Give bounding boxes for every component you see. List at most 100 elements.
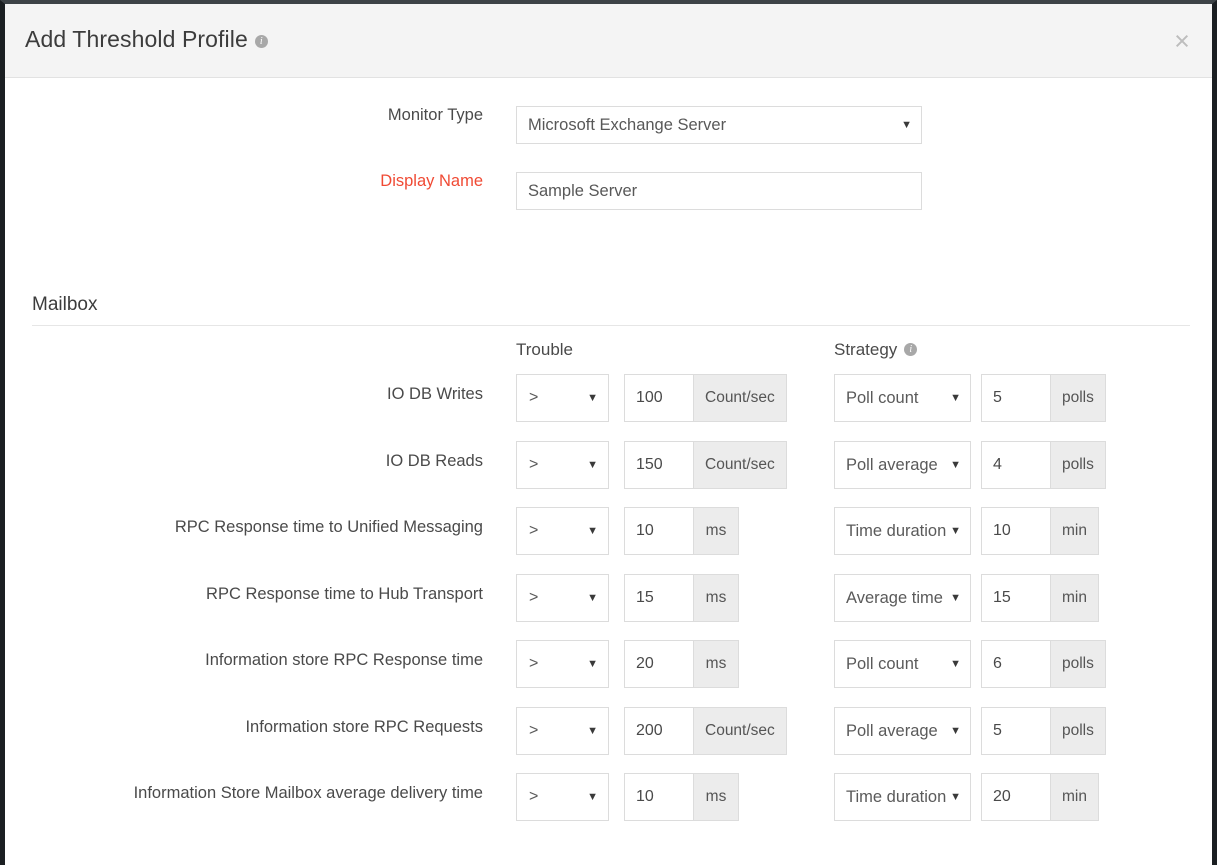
chevron-down-icon: ▼ xyxy=(950,791,961,803)
operator-value: > xyxy=(529,389,539,406)
unit-label: Count/sec xyxy=(693,706,787,755)
display-name-label: Display Name xyxy=(380,172,483,190)
chevron-down-icon: ▼ xyxy=(587,591,598,604)
operator-value: > xyxy=(529,655,539,672)
strategy-value: Time duration xyxy=(846,788,947,806)
strategy-select[interactable]: Time duration ▼ xyxy=(834,773,971,821)
strategy-unit-label: polls xyxy=(1050,640,1106,688)
strategy-group: Poll count ▼ 5 polls xyxy=(834,374,1106,422)
operator-select[interactable]: > ▼ xyxy=(516,573,609,622)
trouble-group: > ▼ 10 ms xyxy=(516,773,739,821)
strategy-value-input[interactable]: 20 xyxy=(981,773,1050,821)
strategy-group: Poll count ▼ 6 polls xyxy=(834,640,1106,688)
unit-label: Count/sec xyxy=(693,374,787,422)
chevron-down-icon: ▼ xyxy=(587,658,598,670)
strategy-select[interactable]: Poll count ▼ xyxy=(834,640,971,688)
strategy-unit-label: min xyxy=(1050,573,1099,622)
column-header-strategy: Strategy i xyxy=(834,340,918,360)
strategy-value: Poll count xyxy=(846,389,919,407)
operator-select[interactable]: > ▼ xyxy=(516,706,609,755)
strategy-value: Time duration xyxy=(846,522,947,540)
chevron-down-icon: ▼ xyxy=(587,392,598,404)
monitor-type-value: Microsoft Exchange Server xyxy=(528,116,727,134)
strategy-select[interactable]: Poll average ▼ xyxy=(834,706,971,755)
close-icon[interactable]: × xyxy=(1168,28,1196,56)
info-icon[interactable]: i xyxy=(254,35,268,48)
operator-value: > xyxy=(529,721,539,739)
strategy-value-input[interactable]: 6 xyxy=(981,640,1050,688)
section-divider xyxy=(32,325,1190,326)
strategy-select[interactable]: Time duration ▼ xyxy=(834,507,971,555)
strategy-value-input[interactable]: 10 xyxy=(981,507,1050,555)
table-row: RPC Response time to Unified Messaging > ▼… xyxy=(5,507,1212,574)
operator-select[interactable]: > ▼ xyxy=(516,773,609,821)
strategy-select[interactable]: Poll count ▼ xyxy=(834,374,971,422)
monitor-type-row: Monitor Type Microsoft Exchange Server ▼ xyxy=(5,106,1212,172)
strategy-unit-label: polls xyxy=(1050,440,1106,489)
table-row: Information store RPC Response time > ▼ 20 m… xyxy=(5,640,1212,707)
strategy-unit-label: min xyxy=(1050,507,1099,555)
strategy-value-input[interactable]: 4 xyxy=(981,440,1050,489)
strategy-value: Poll count xyxy=(846,655,919,673)
section-title-mailbox: Mailbox xyxy=(32,294,98,315)
chevron-down-icon: ▼ xyxy=(587,458,598,471)
threshold-value-input[interactable]: 20 xyxy=(624,640,693,688)
strategy-unit-label: polls xyxy=(1050,706,1106,755)
column-header-strategy-label: Strategy xyxy=(834,340,898,359)
chevron-down-icon: ▼ xyxy=(587,525,598,537)
column-header-trouble: Trouble xyxy=(516,340,574,359)
threshold-value-input[interactable]: 15 xyxy=(624,573,693,622)
dialog-titlebar: Add Threshold Profile i × xyxy=(5,4,1212,78)
strategy-value-input[interactable]: 5 xyxy=(981,374,1050,422)
strategy-value-input[interactable]: 5 xyxy=(981,706,1050,755)
threshold-value-input[interactable]: 10 xyxy=(624,773,693,821)
display-name-control: Sample Server xyxy=(516,172,922,210)
chevron-down-icon: ▼ xyxy=(950,658,961,670)
operator-select[interactable]: > ▼ xyxy=(516,374,609,422)
strategy-value: Average time xyxy=(846,588,943,607)
chevron-down-icon: ▼ xyxy=(950,591,961,604)
display-name-row: Display Name Sample Server xyxy=(5,172,1212,238)
strategy-select[interactable]: Poll average ▼ xyxy=(834,440,971,489)
trouble-group: > ▼ 150 Count/sec xyxy=(516,440,787,489)
strategy-value-input[interactable]: 15 xyxy=(981,573,1050,622)
unit-label: ms xyxy=(693,773,739,821)
chevron-down-icon: ▼ xyxy=(901,119,912,131)
monitor-type-select[interactable]: Microsoft Exchange Server ▼ xyxy=(516,106,922,144)
info-icon[interactable]: i xyxy=(904,343,918,356)
trouble-group: > ▼ 20 ms xyxy=(516,640,739,688)
trouble-group: > ▼ 15 ms xyxy=(516,573,739,622)
row-label: Information store RPC Requests xyxy=(245,717,483,736)
threshold-rows: IO DB Writes > ▼ 100 Count/sec Poll count ▼ 5 po… xyxy=(5,374,1212,840)
column-headers: Trouble Strategy i xyxy=(5,340,1212,374)
chevron-down-icon: ▼ xyxy=(950,392,961,404)
threshold-value-input[interactable]: 100 xyxy=(624,374,693,422)
strategy-unit-label: polls xyxy=(1050,374,1106,422)
row-label: RPC Response time to Hub Transport xyxy=(206,584,483,603)
operator-select[interactable]: > ▼ xyxy=(516,440,609,489)
monitor-type-label: Monitor Type xyxy=(387,106,483,124)
trouble-group: > ▼ 100 Count/sec xyxy=(516,374,787,422)
threshold-value-input[interactable]: 200 xyxy=(624,706,693,755)
unit-label: ms xyxy=(693,507,739,555)
operator-select[interactable]: > ▼ xyxy=(516,640,609,688)
strategy-group: Time duration ▼ 20 min xyxy=(834,773,1099,821)
page-title-label: Add Threshold Profile xyxy=(25,26,248,52)
threshold-value-input[interactable]: 10 xyxy=(624,507,693,555)
chevron-down-icon: ▼ xyxy=(950,525,961,537)
add-threshold-profile-dialog: Add Threshold Profile i × Monitor Type Mi… xyxy=(0,0,1217,865)
chevron-down-icon: ▼ xyxy=(587,724,598,737)
table-row: Information store RPC Requests > ▼ 200 Count… xyxy=(5,706,1212,774)
threshold-value-input[interactable]: 150 xyxy=(624,440,693,489)
operator-value: > xyxy=(529,455,539,473)
display-name-input[interactable]: Sample Server xyxy=(516,172,922,210)
monitor-type-control: Microsoft Exchange Server ▼ xyxy=(516,106,922,144)
chevron-down-icon: ▼ xyxy=(587,791,598,803)
chevron-down-icon: ▼ xyxy=(950,458,961,471)
dialog-body: Monitor Type Microsoft Exchange Server ▼… xyxy=(5,78,1212,865)
operator-select[interactable]: > ▼ xyxy=(516,507,609,555)
strategy-group: Poll average ▼ 5 polls xyxy=(834,706,1106,755)
row-label: IO DB Writes xyxy=(387,385,483,403)
row-label: IO DB Reads xyxy=(385,451,483,470)
strategy-select[interactable]: Average time ▼ xyxy=(834,573,971,622)
